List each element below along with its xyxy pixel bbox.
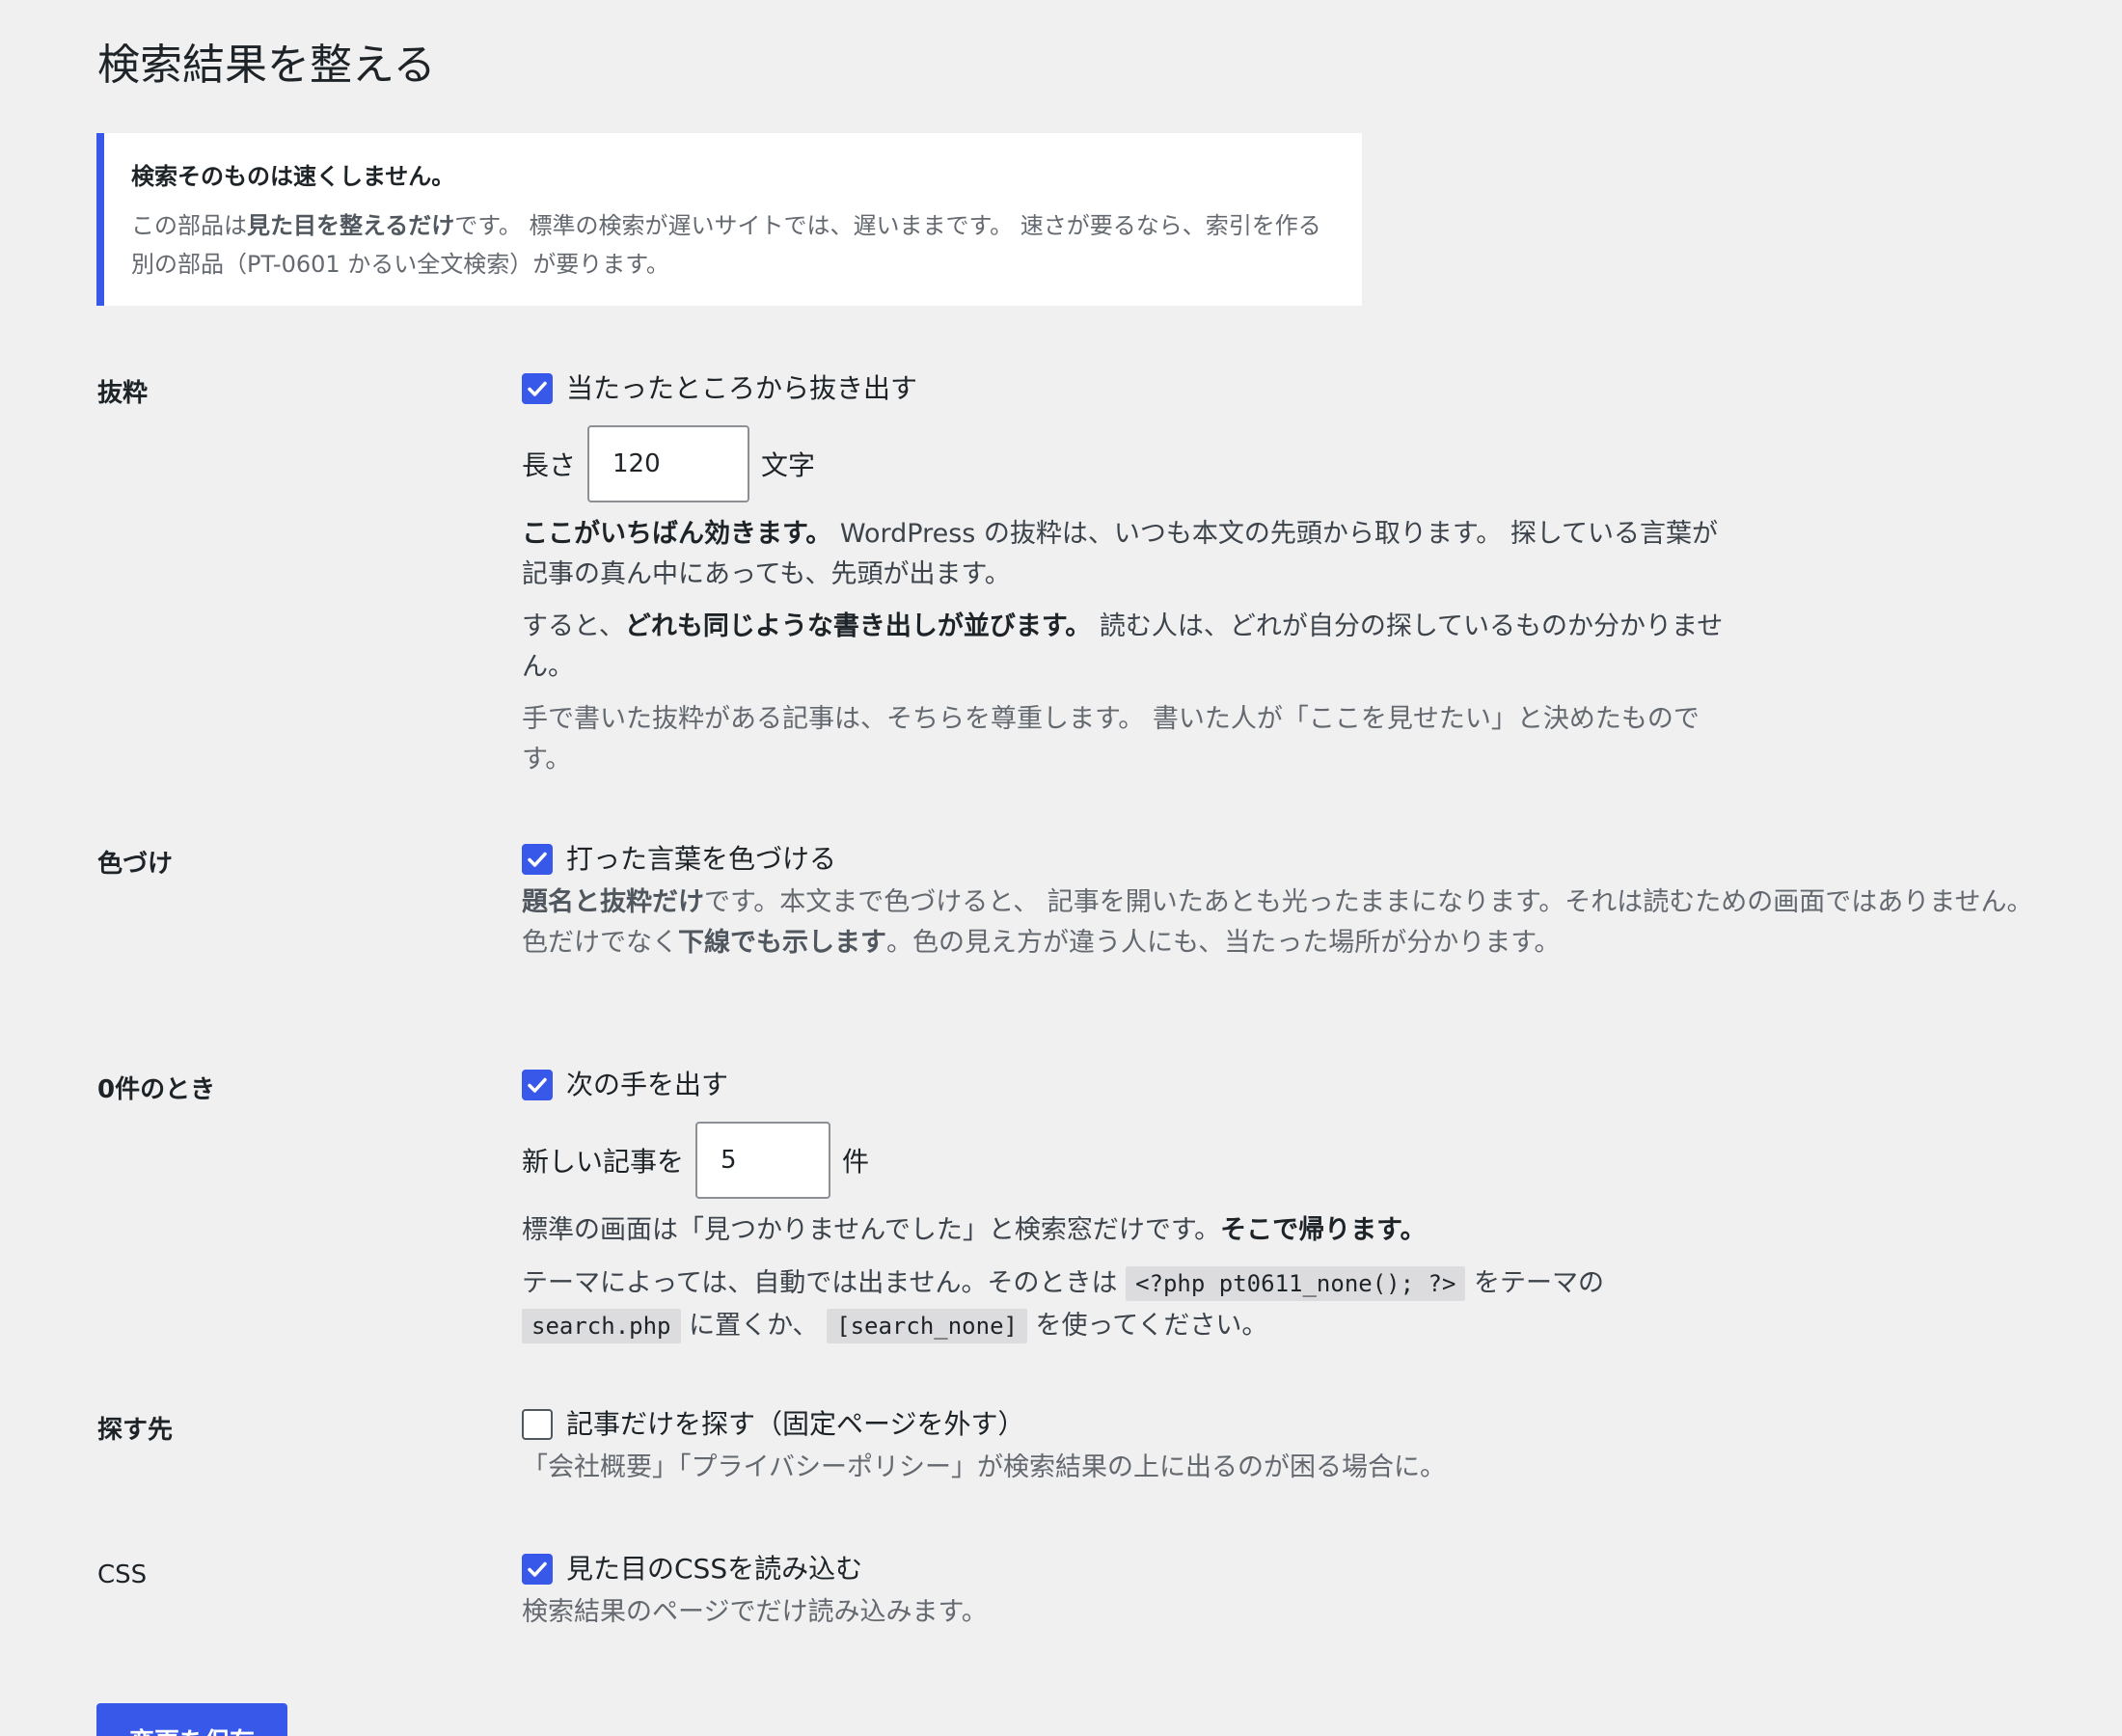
css-checkbox-row[interactable]: 見た目のCSSを読み込む xyxy=(522,1550,1872,1588)
scope-checkbox-label: 記事だけを探す（固定ページを外す） xyxy=(566,1408,1025,1440)
excerpt-length-row: 長さ 文字 xyxy=(522,425,1756,502)
zero-results-desc-2-a: テーマによっては、自動では出ません。そのときは xyxy=(522,1268,1127,1298)
page-title: 検索結果を整える xyxy=(97,41,436,90)
checkmark-icon xyxy=(528,1561,547,1577)
notice-title: 検索そのものは速くしません。 xyxy=(131,163,455,190)
notice-body: この部品は見た目を整えるだけです。 標準の検索が遅いサイトでは、遅いままです。 … xyxy=(131,206,1331,284)
zero-results-desc-2-b: をテーマの xyxy=(1465,1268,1605,1298)
zero-results-code-shortcode: [search_none] xyxy=(827,1309,1027,1343)
zero-results-count-row: 新しい記事を 件 xyxy=(522,1122,1756,1199)
highlight-desc-2-post: 。色の見え方が違う人にも、当たった場所が分かります。 xyxy=(886,928,1561,958)
zero-results-desc-1-pre: 標準の画面は「見つかりませんでした」と検索窓だけです。 xyxy=(522,1215,1221,1245)
excerpt-length-input[interactable] xyxy=(587,425,750,502)
excerpt-length-unit: 文字 xyxy=(761,449,816,481)
css-desc: 検索結果のページでだけ読み込みます。 xyxy=(522,1597,988,1627)
zero-results-code-file: search.php xyxy=(522,1309,681,1343)
zero-results-count-unit: 件 xyxy=(842,1146,870,1178)
scope-field: 記事だけを探す（固定ページを外す） 「会社概要」「プライバシーポリシー」が検索結… xyxy=(522,1405,1872,1488)
excerpt-field: 当たったところから抜き出す 長さ 文字 ここがいちばん効きます。 WordPre… xyxy=(522,369,1756,780)
zero-results-desc-2: テーマによっては、自動では出ません。そのときは <?php pt0611_non… xyxy=(522,1262,1737,1347)
zero-results-count-label: 新しい記事を xyxy=(522,1146,685,1178)
css-checkbox-label: 見た目のCSSを読み込む xyxy=(566,1553,863,1585)
zero-results-label: 0件のとき xyxy=(97,1075,216,1104)
scope-desc: 「会社概要」「プライバシーポリシー」が検索結果の上に出るのが困る場合に。 xyxy=(522,1452,1446,1482)
notice-body-pre: この部品は xyxy=(131,212,247,239)
highlight-checkbox[interactable] xyxy=(522,844,553,875)
highlight-label: 色づけ xyxy=(97,850,174,879)
highlight-checkbox-row[interactable]: 打った言葉を色づける xyxy=(522,840,2036,879)
checkmark-icon xyxy=(528,381,547,396)
excerpt-length-label: 長さ xyxy=(522,449,577,481)
highlight-desc-1-bold: 題名と抜粋だけ xyxy=(522,887,704,917)
excerpt-desc-2-bold: どれも同じような書き出しが並びます。 xyxy=(624,611,1092,641)
zero-results-desc-1-bold: そこで帰ります。 xyxy=(1220,1215,1427,1245)
zero-results-desc-2-c: に置くか、 xyxy=(680,1311,828,1341)
excerpt-checkbox-label: 当たったところから抜き出す xyxy=(566,372,918,404)
css-label: CSS xyxy=(97,1560,148,1589)
highlight-desc-1: 題名と抜粋だけです。本文まで色づけると、 記事を開いたあとも光ったままになります… xyxy=(522,882,2036,923)
scope-label: 探す先 xyxy=(97,1416,174,1445)
highlight-desc-2-bold: 下線でも示します xyxy=(678,928,886,958)
excerpt-desc-3: 手で書いた抜粋がある記事は、そちらを尊重します。 書いた人が「ここを見せたい」と… xyxy=(522,704,1700,774)
highlight-field: 打った言葉を色づける 題名と抜粋だけです。本文まで色づけると、 記事を開いたあと… xyxy=(522,840,2036,963)
highlight-desc-2-pre: 色だけでなく xyxy=(522,928,678,958)
excerpt-desc-1-bold: ここがいちばん効きます。 xyxy=(522,519,832,549)
scope-checkbox[interactable] xyxy=(522,1409,553,1440)
zero-results-field: 次の手を出す 新しい記事を 件 標準の画面は「見つかりませんでした」と検索窓だけ… xyxy=(522,1066,1756,1347)
highlight-desc-2: 色だけでなく下線でも示します。色の見え方が違う人にも、当たった場所が分かります。 xyxy=(522,923,2036,963)
css-field: 見た目のCSSを読み込む 検索結果のページでだけ読み込みます。 xyxy=(522,1550,1872,1633)
settings-page: 検索結果を整える 検索そのものは速くしません。 この部品は見た目を整えるだけです… xyxy=(0,0,2122,1736)
css-checkbox[interactable] xyxy=(522,1554,553,1585)
notice-box: 検索そのものは速くしません。 この部品は見た目を整えるだけです。 標準の検索が遅… xyxy=(96,133,1362,306)
notice-body-bold: 見た目を整えるだけ xyxy=(247,212,455,239)
scope-checkbox-row[interactable]: 記事だけを探す（固定ページを外す） xyxy=(522,1405,1872,1444)
zero-results-desc-1: 標準の画面は「見つかりませんでした」と検索窓だけです。そこで帰ります。 xyxy=(522,1210,1737,1251)
checkmark-icon xyxy=(528,1077,547,1093)
excerpt-desc-2-pre: すると、 xyxy=(522,611,625,641)
excerpt-desc-2: すると、どれも同じような書き出しが並びます。 読む人は、どれが自分の探しているも… xyxy=(522,607,1737,688)
highlight-desc-1-rest: です。本文まで色づけると、 記事を開いたあとも光ったままになります。それは読むた… xyxy=(704,887,2033,917)
zero-results-count-input[interactable] xyxy=(695,1122,831,1199)
zero-results-checkbox[interactable] xyxy=(522,1070,553,1100)
excerpt-checkbox-row[interactable]: 当たったところから抜き出す xyxy=(522,369,1756,408)
zero-results-checkbox-row[interactable]: 次の手を出す xyxy=(522,1066,1756,1104)
excerpt-label: 抜粋 xyxy=(97,379,149,408)
excerpt-checkbox[interactable] xyxy=(522,373,553,404)
excerpt-desc-1: ここがいちばん効きます。 WordPress の抜粋は、いつも本文の先頭から取り… xyxy=(522,514,1737,595)
save-button[interactable]: 変更を保存 xyxy=(96,1703,287,1736)
checkmark-icon xyxy=(528,852,547,867)
highlight-checkbox-label: 打った言葉を色づける xyxy=(566,843,837,875)
zero-results-checkbox-label: 次の手を出す xyxy=(566,1069,729,1100)
zero-results-code-function: <?php pt0611_none(); ?> xyxy=(1126,1266,1466,1301)
zero-results-desc-2-d: を使ってください。 xyxy=(1026,1311,1268,1341)
